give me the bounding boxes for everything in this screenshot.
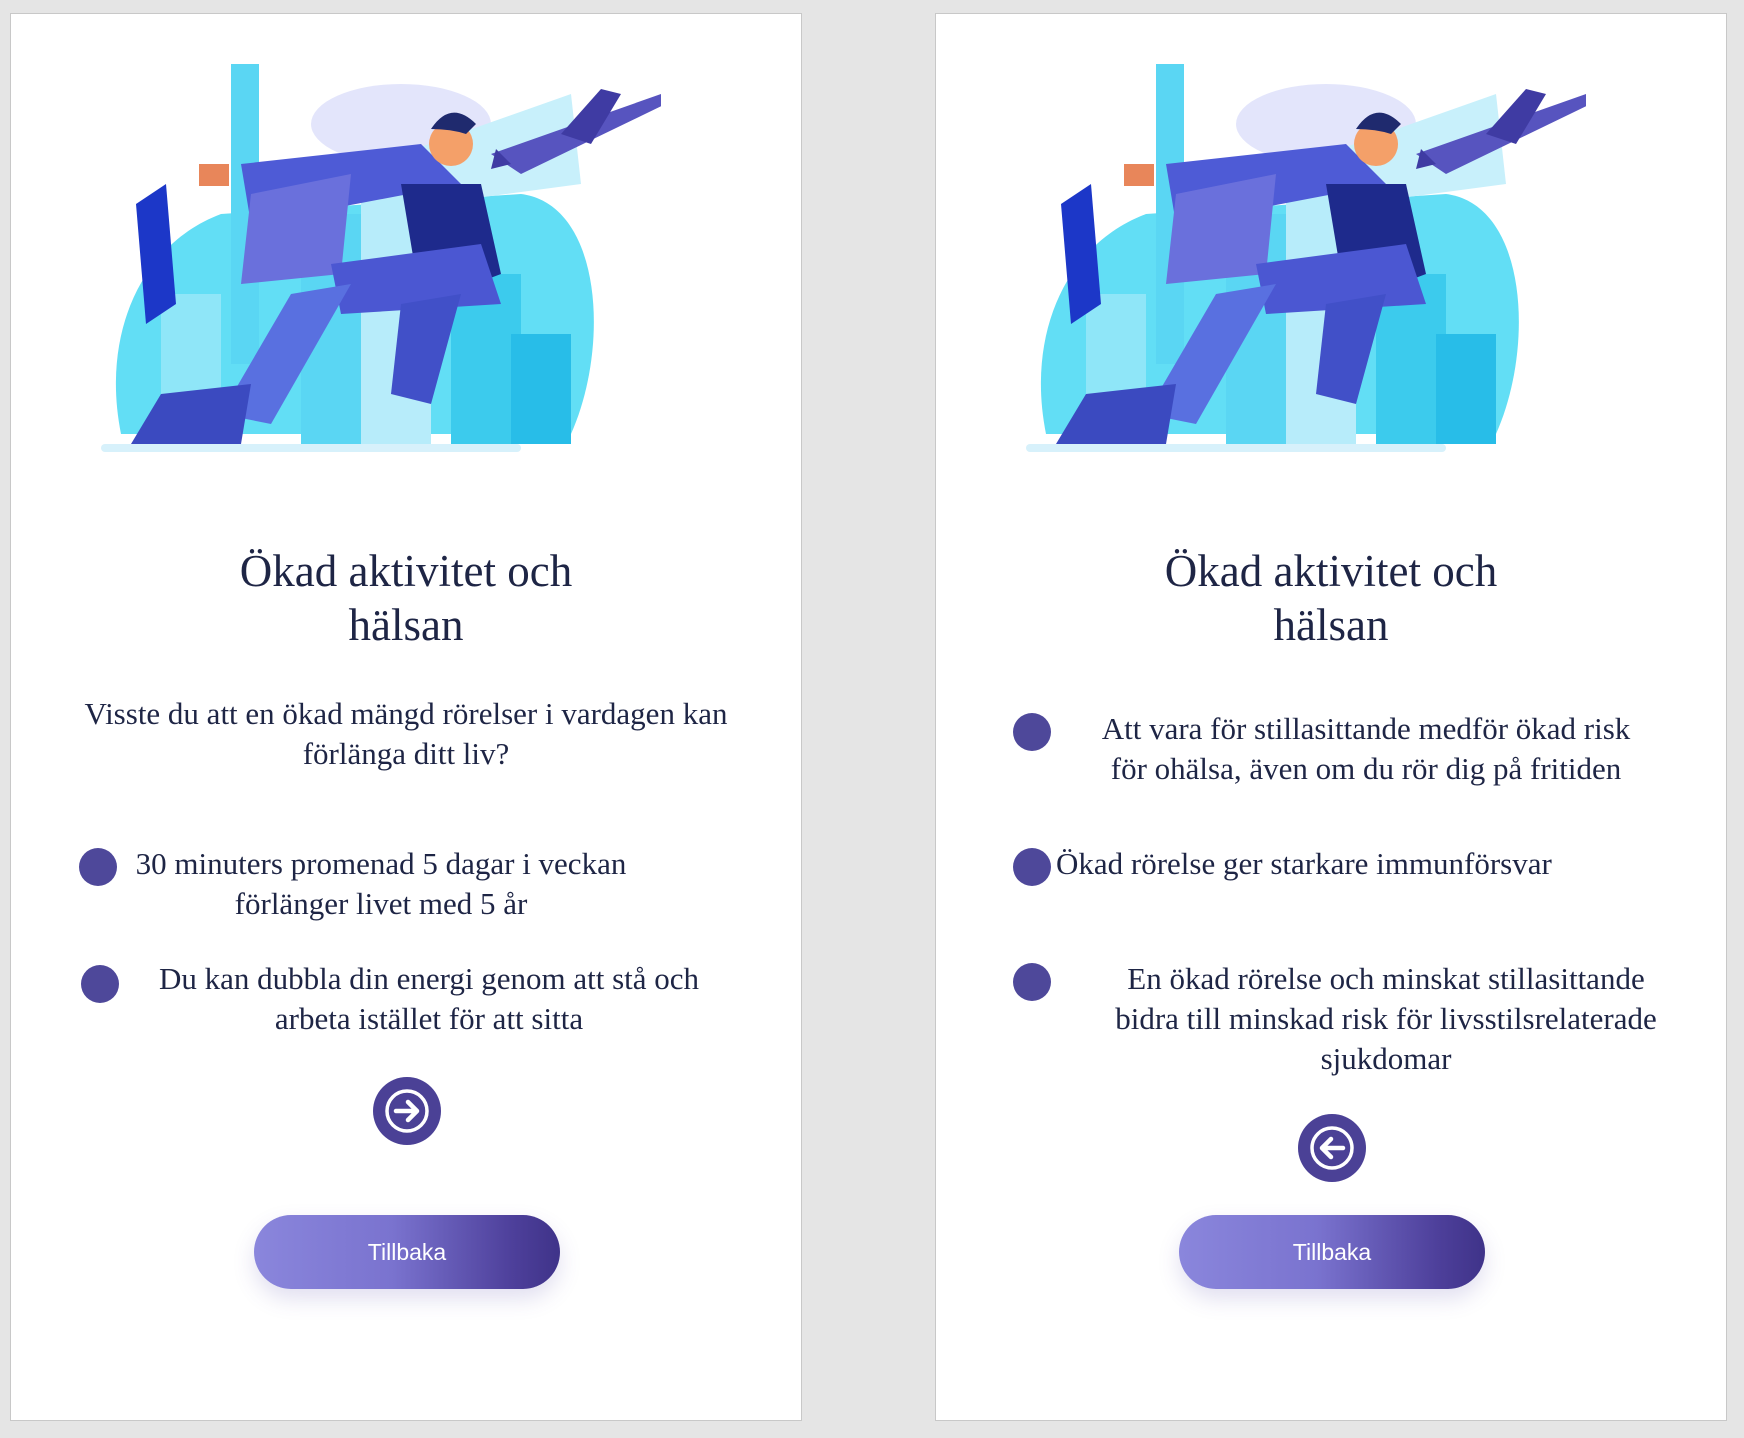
slide-card-2: Ökad aktivitet och hälsan Att vara för s… — [935, 13, 1727, 1421]
bullet-dot — [81, 965, 119, 1003]
list-item-line2: bidra till minskad risk för livsstilsrel… — [1115, 1001, 1657, 1036]
back-button[interactable]: Tillbaka — [254, 1215, 560, 1289]
slide-title: Ökad aktivitet och hälsan — [11, 544, 801, 652]
slide-title-line1: Ökad aktivitet och — [1164, 546, 1498, 596]
list-item: 30 minuters promenad 5 dagar i veckan fö… — [11, 844, 803, 934]
list-item: Du kan dubbla din energi genom att stå o… — [11, 959, 803, 1049]
arrow-right-icon — [385, 1089, 429, 1133]
list-item-line1: En ökad rörelse och minskat stillasittan… — [1127, 961, 1645, 996]
slide-title-line2: hälsan — [348, 600, 464, 650]
list-item-line3: sjukdomar — [1320, 1041, 1452, 1076]
list-item: En ökad rörelse och minskat stillasittan… — [936, 959, 1728, 1089]
slide-title: Ökad aktivitet och hälsan — [936, 544, 1726, 652]
list-item-line2: förlänger livet med 5 år — [234, 886, 528, 921]
list-item-line1: 30 minuters promenad 5 dagar i veckan — [135, 846, 627, 881]
list-item-line2: arbeta istället för att sitta — [274, 1001, 584, 1036]
slide-card-1: Ökad aktivitet och hälsan Visste du att … — [10, 13, 802, 1421]
next-button[interactable] — [373, 1077, 441, 1145]
previous-button[interactable] — [1298, 1114, 1366, 1182]
bullet-dot — [1013, 848, 1051, 886]
slide-title-line1: Ökad aktivitet och — [239, 546, 573, 596]
list-item: Ökad rörelse ger starkare immunförsvar — [936, 844, 1728, 894]
list-item-line1: Du kan dubbla din energi genom att stå o… — [158, 961, 700, 996]
flying-man-illustration — [1026, 64, 1586, 452]
bullet-dot — [1013, 713, 1051, 751]
intro-text: Visste du att en ökad mängd rörelser i v… — [84, 696, 728, 771]
list-item-line1: Ökad rörelse ger starkare immunförsvar — [1056, 846, 1552, 881]
arrow-left-icon — [1310, 1126, 1354, 1170]
bullet-dot — [79, 848, 117, 886]
list-item-line1: Att vara för stillasittande medför ökad … — [1101, 711, 1631, 746]
list-item: Att vara för stillasittande medför ökad … — [936, 709, 1728, 799]
flying-man-illustration — [101, 64, 661, 452]
list-item-line2: för ohälsa, även om du rör dig på fritid… — [1110, 751, 1622, 786]
bullet-dot — [1013, 963, 1051, 1001]
slide-title-line2: hälsan — [1273, 600, 1389, 650]
back-button[interactable]: Tillbaka — [1179, 1215, 1485, 1289]
